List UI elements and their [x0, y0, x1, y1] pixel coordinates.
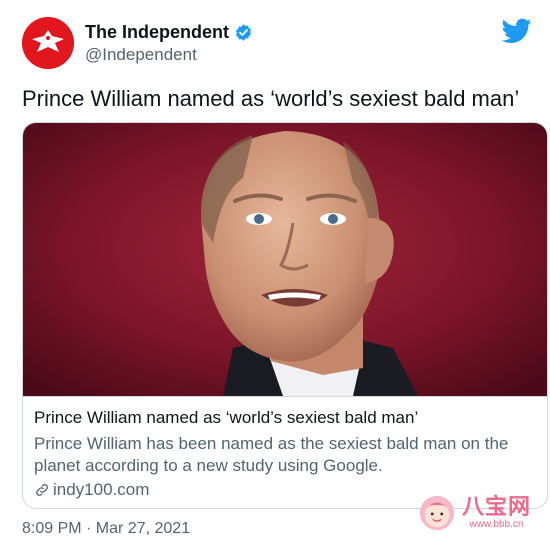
link-icon	[36, 484, 48, 496]
watermark-brand: 八宝网	[462, 494, 532, 519]
card-photo	[23, 123, 547, 396]
tweet-text: Prince William named as ‘world’s sexiest…	[22, 86, 520, 111]
watermark: 八宝网 www.bbb.cn	[418, 494, 531, 532]
card-link-domain[interactable]: indy100.com	[53, 480, 149, 500]
account-handle[interactable]: @Independent	[85, 45, 197, 65]
twitter-bird-icon[interactable]	[502, 18, 532, 44]
card-description: Prince William has been named as the sex…	[34, 434, 509, 475]
card-body[interactable]: Prince William named as ‘world’s sexiest…	[23, 396, 547, 499]
display-name[interactable]: The Independent	[85, 22, 229, 43]
tweet-timestamp[interactable]: 8:09 PM · Mar 27, 2021	[22, 520, 190, 538]
link-preview-card[interactable]: Prince William named as ‘world’s sexiest…	[22, 122, 548, 509]
watermark-url: www.bbb.cn	[469, 519, 524, 530]
card-link[interactable]: indy100.com	[34, 480, 149, 500]
verified-badge-icon	[235, 24, 252, 41]
eagle-logo-icon	[22, 17, 74, 69]
avatar[interactable]	[22, 17, 74, 69]
card-image[interactable]	[23, 123, 547, 396]
baby-face-logo-icon	[419, 495, 455, 531]
account-name-row: The Independent	[85, 22, 253, 43]
card-title[interactable]: Prince William named as ‘world’s sexiest…	[34, 408, 418, 428]
